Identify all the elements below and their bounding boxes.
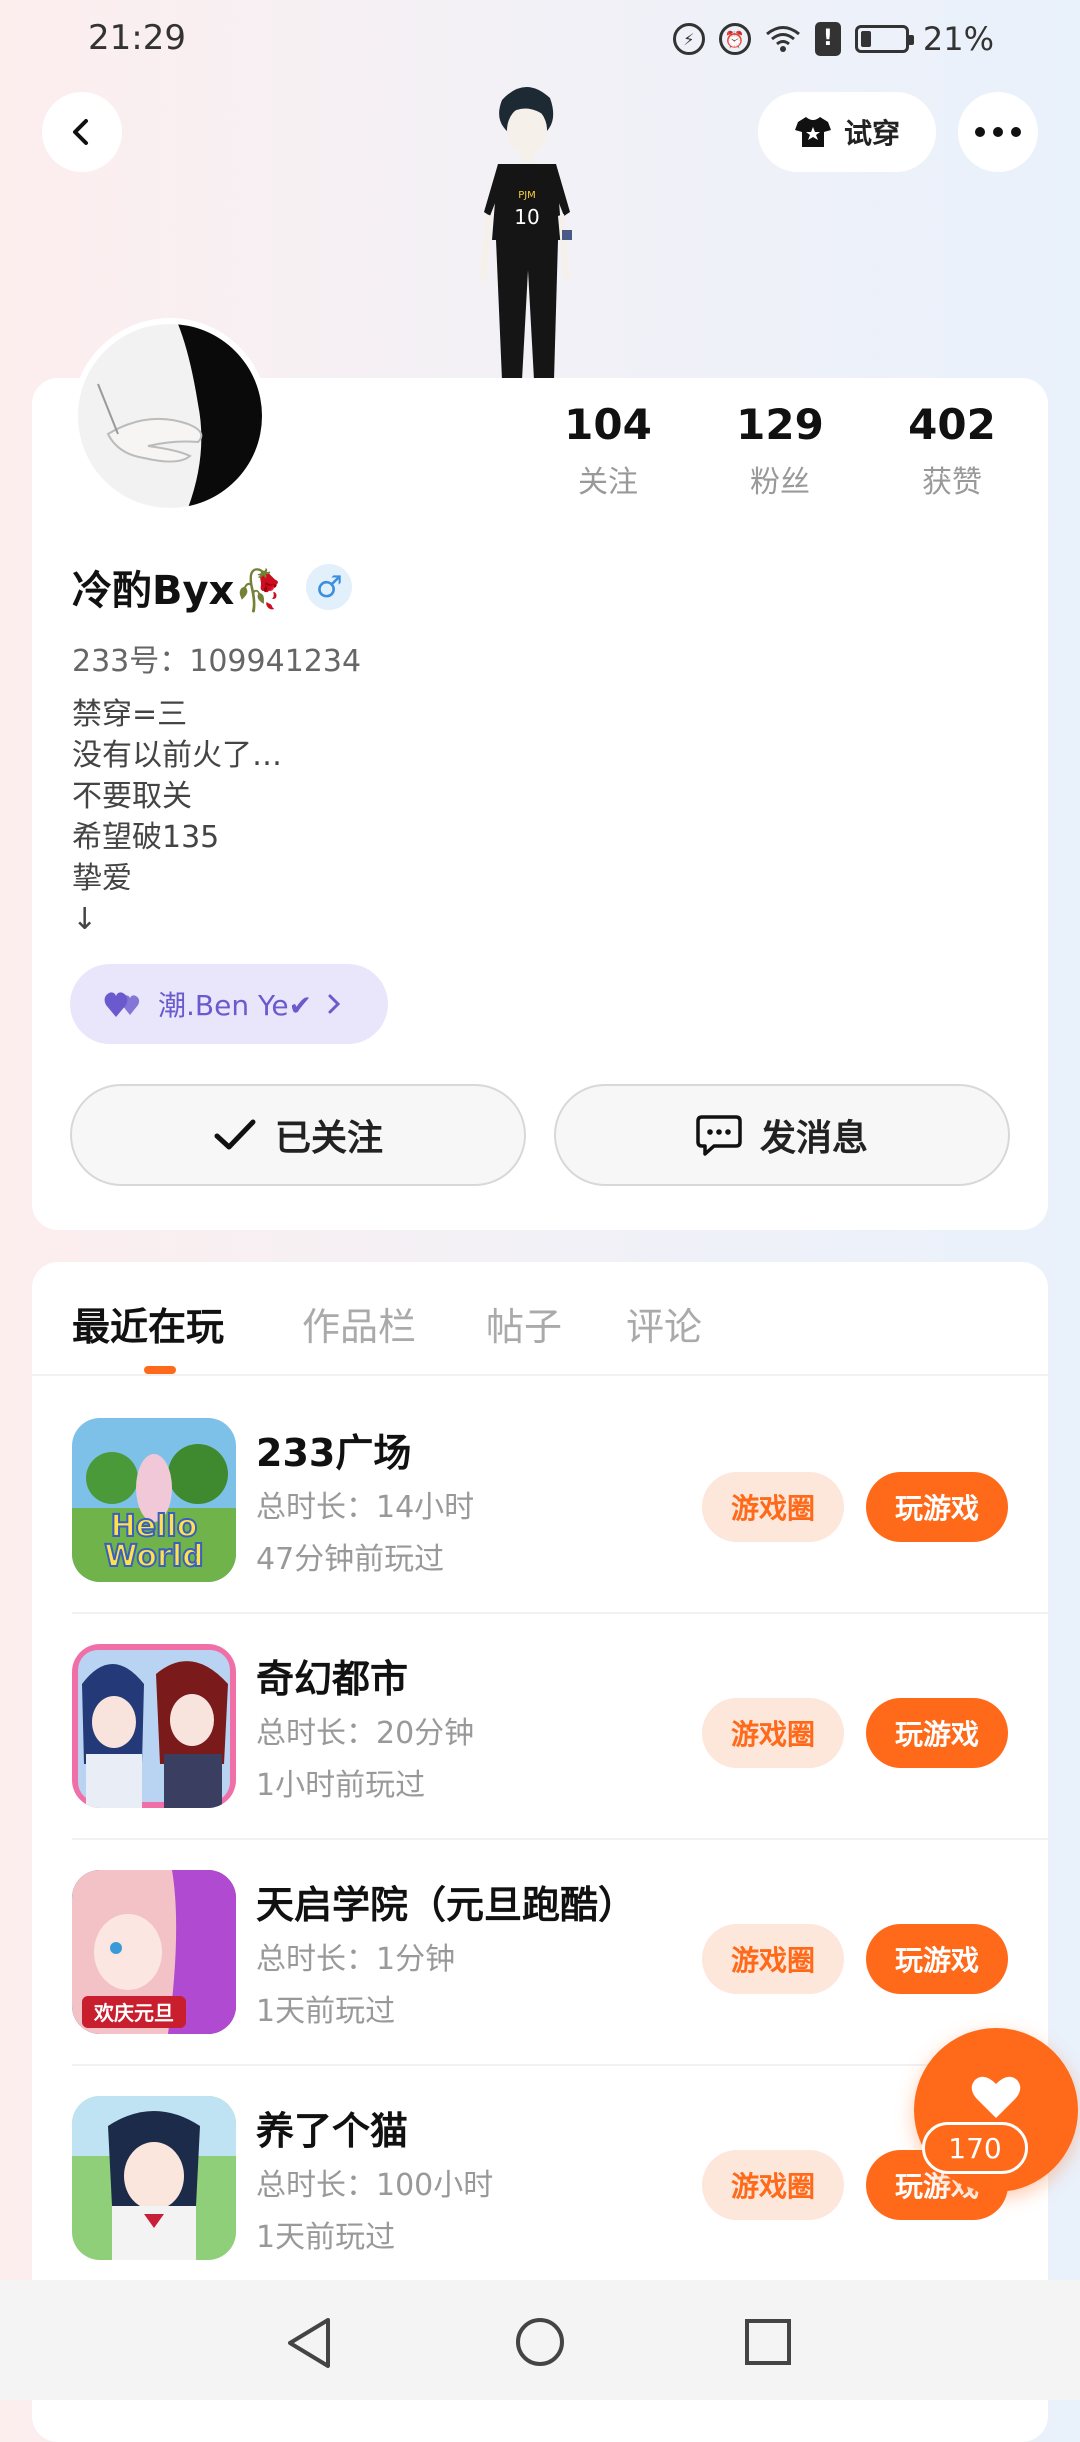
game-circle-button[interactable]: 游戏圈 (702, 1472, 844, 1542)
game-circle-button[interactable]: 游戏圈 (702, 2150, 844, 2220)
message-label: 发消息 (759, 1118, 868, 1159)
avatar-character: PJM 10 (480, 86, 572, 380)
svg-text:PJM: PJM (518, 190, 536, 201)
game-duration: 总时长：20分钟 (256, 1716, 475, 1751)
system-nav-bar (0, 2280, 1080, 2400)
gender-male-icon: ♂ (306, 564, 353, 610)
tab-posts[interactable]: 帖子 (486, 1296, 562, 1351)
home-nav-icon[interactable] (514, 2316, 566, 2368)
game-name: 养了个猫 (256, 2109, 409, 2153)
play-game-button[interactable]: 玩游戏 (866, 1472, 1008, 1542)
game-last-played: 1天前玩过 (256, 1994, 396, 2029)
message-button[interactable]: 发消息 (554, 1084, 1010, 1186)
bio-line: 希望破135 (72, 820, 220, 855)
play-game-button[interactable]: 玩游戏 (866, 1924, 1008, 1994)
friend-chip[interactable]: 潮.Ben Ye✔ (70, 964, 388, 1044)
tshirt-icon (794, 117, 831, 147)
chat-bubble-icon (696, 1115, 742, 1156)
bio-line: 禁穿=三 (72, 697, 188, 732)
username-row: 冷酌Byx🥀 ♂ (72, 558, 353, 616)
back-nav-icon[interactable] (284, 2316, 334, 2370)
check-icon (214, 1119, 256, 1150)
game-row[interactable]: 欢庆元旦 天启学院（元旦跑酷） 总时长：1分钟 1天前玩过 游戏圈 玩游戏 (32, 1840, 1048, 2066)
stat-label: 关注 (578, 465, 638, 500)
game-duration: 总时长：100小时 (256, 2168, 494, 2203)
followed-label: 已关注 (274, 1118, 383, 1159)
notification-icon: ! (814, 22, 841, 56)
stat-following[interactable]: 104 关注 (548, 400, 668, 501)
game-circle-button[interactable]: 游戏圈 (702, 1698, 844, 1768)
tab-recently-playing[interactable]: 最近在玩 (72, 1296, 224, 1351)
stat-value: 402 (908, 400, 996, 449)
status-time: 21:29 (88, 18, 186, 58)
battery-text: 21% (922, 20, 994, 58)
user-id[interactable]: 233号：109941234 (72, 636, 361, 680)
stat-value: 129 (736, 400, 824, 449)
bio-line: 没有以前火了… (72, 738, 282, 773)
bio: 禁穿=三 没有以前火了… 不要取关 希望破135 挚爱 ↓ (72, 694, 282, 940)
game-row[interactable]: 奇幻都市 总时长：20分钟 1小时前玩过 游戏圈 玩游戏 (32, 1614, 1048, 1840)
friend-chip-label: 潮.Ben Ye✔ (158, 989, 313, 1022)
stat-label: 获赞 (922, 465, 982, 500)
try-on-button[interactable]: 试穿 (758, 92, 936, 172)
followed-button[interactable]: 已关注 (70, 1084, 526, 1186)
username: 冷酌Byx🥀 (72, 568, 285, 614)
alarm-icon: ⏰ (718, 23, 751, 55)
wifi-icon (765, 26, 800, 52)
svg-text:World: World (104, 1539, 203, 1574)
try-on-label: 试穿 (843, 117, 900, 150)
game-row[interactable]: 养了个猫 总时长：100小时 1天前玩过 游戏圈 玩游戏 (32, 2066, 1048, 2292)
chevron-left-icon (73, 119, 88, 145)
bio-line: ↓ (72, 902, 98, 937)
game-last-played: 47分钟前玩过 (256, 1542, 445, 1577)
game-thumbnail: 欢庆元旦 (72, 1870, 236, 2034)
double-heart-icon (104, 992, 140, 1017)
more-dots-icon (975, 127, 1021, 137)
divider (32, 1374, 1048, 1376)
stat-label: 粉丝 (750, 465, 810, 500)
game-last-played: 1小时前玩过 (256, 1768, 426, 1803)
game-thumbnail: Hello World (72, 1418, 236, 1582)
tab-comments[interactable]: 评论 (626, 1296, 702, 1351)
more-button[interactable] (958, 92, 1038, 172)
battery-icon (854, 25, 914, 53)
game-circle-button[interactable]: 游戏圈 (702, 1924, 844, 1994)
back-button[interactable] (42, 92, 122, 172)
recents-nav-icon[interactable] (744, 2318, 792, 2366)
game-name: 奇幻都市 (256, 1657, 409, 1701)
game-duration: 总时长：14小时 (256, 1490, 475, 1525)
like-count: 170 (922, 2122, 1028, 2174)
stat-followers[interactable]: 129 粉丝 (720, 400, 840, 501)
play-game-button[interactable]: 玩游戏 (866, 1698, 1008, 1768)
game-thumbnail (72, 2096, 236, 2260)
stat-value: 104 (564, 400, 652, 449)
stat-likes[interactable]: 402 获赞 (892, 400, 1012, 501)
game-duration: 总时长：1分钟 (256, 1942, 456, 1977)
bio-line: 不要取关 (72, 779, 192, 814)
avatar[interactable] (72, 318, 268, 514)
tab-works[interactable]: 作品栏 (302, 1296, 416, 1351)
status-icons: ⚡ ⏰ ! 21% (672, 20, 994, 58)
game-row[interactable]: Hello World 233广场 总时长：14小时 47分钟前玩过 游戏圈 玩… (32, 1388, 1048, 1614)
game-name: 233广场 (256, 1431, 412, 1475)
bio-line: 挚爱 (72, 861, 132, 896)
svg-text:欢庆元旦: 欢庆元旦 (93, 2001, 174, 2025)
tab-indicator (144, 1366, 176, 1374)
hd-icon: ⚡ (672, 23, 705, 55)
shirt-number: 10 (514, 205, 539, 229)
game-thumbnail (72, 1644, 236, 1808)
chevron-right-icon (328, 994, 341, 1014)
game-name: 天启学院（元旦跑酷） (256, 1883, 637, 1927)
heart-icon (971, 2076, 1021, 2118)
game-last-played: 1天前玩过 (256, 2220, 396, 2255)
